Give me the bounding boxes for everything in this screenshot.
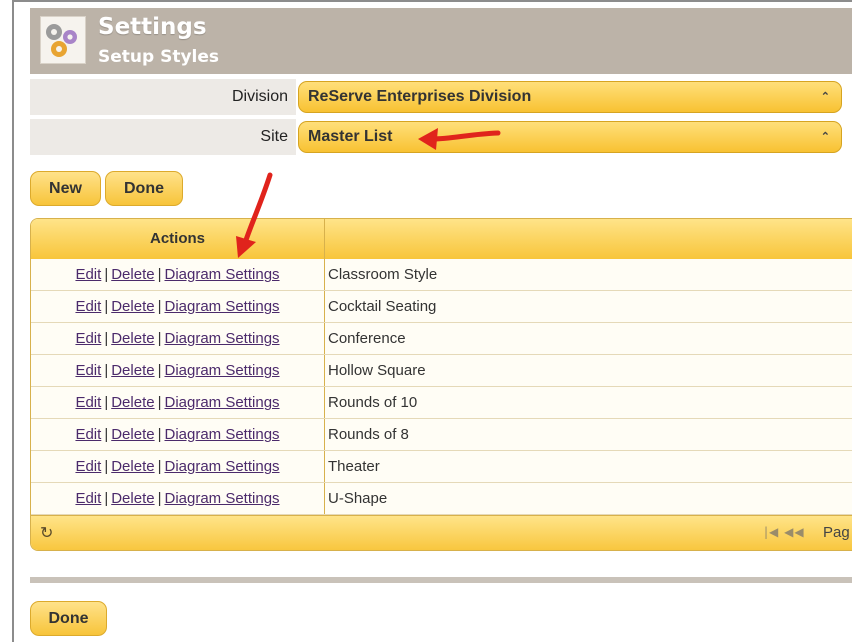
delete-link[interactable]: Delete [111, 266, 154, 283]
style-name: Cocktail Seating [328, 298, 437, 315]
grid-body: Edit | Delete | Diagram Settings Classroom St… [31, 259, 852, 515]
delete-link[interactable]: Delete [111, 330, 154, 347]
table-row: Edit | Delete | Diagram Settings Cocktail Sea… [31, 291, 852, 323]
new-button[interactable]: New [30, 171, 101, 206]
diagram-settings-link[interactable]: Diagram Settings [164, 330, 279, 347]
separator: | [104, 426, 109, 443]
site-label: Site [30, 119, 296, 155]
table-row: Edit | Delete | Diagram Settings Conference [31, 323, 852, 355]
delete-link[interactable]: Delete [111, 394, 154, 411]
style-name: U-Shape [328, 490, 388, 507]
row-actions: Edit | Delete | Diagram Settings [31, 483, 325, 514]
site-row: Site Master List ⌃ [30, 119, 852, 155]
done-button-top[interactable]: Done [105, 171, 183, 206]
separator: | [104, 394, 109, 411]
delete-link[interactable]: Delete [111, 490, 154, 507]
separator: | [104, 298, 109, 315]
pager-label: Pag [823, 524, 850, 541]
diagram-settings-link[interactable]: Diagram Settings [164, 298, 279, 315]
separator: | [157, 426, 162, 443]
row-actions: Edit | Delete | Diagram Settings [31, 291, 325, 322]
diagram-settings-link[interactable]: Diagram Settings [164, 394, 279, 411]
chevron-up-icon: ⌃ [820, 91, 830, 103]
style-name: Rounds of 10 [328, 394, 418, 411]
separator: | [157, 330, 162, 347]
separator: | [157, 362, 162, 379]
edit-link[interactable]: Edit [75, 394, 101, 411]
window-border-top [12, 0, 852, 2]
separator: | [104, 266, 109, 283]
table-row: Edit | Delete | Diagram Settings Rounds of 8 [31, 419, 852, 451]
grid-footer: ↻ |◀ ◀◀ Pag [31, 515, 852, 550]
division-select[interactable]: ReServe Enterprises Division ⌃ [298, 81, 842, 113]
refresh-icon[interactable]: ↻ [40, 523, 53, 542]
diagram-settings-link[interactable]: Diagram Settings [164, 426, 279, 443]
separator: | [157, 266, 162, 283]
section-divider [30, 577, 852, 583]
style-name: Rounds of 8 [328, 426, 409, 443]
edit-link[interactable]: Edit [75, 298, 101, 315]
table-row: Edit | Delete | Diagram Settings U-Shape [31, 483, 852, 515]
row-actions: Edit | Delete | Diagram Settings [31, 259, 325, 290]
table-row: Edit | Delete | Diagram Settings Theater [31, 451, 852, 483]
site-select[interactable]: Master List ⌃ [298, 121, 842, 153]
separator: | [104, 458, 109, 475]
style-name: Theater [328, 458, 380, 475]
delete-link[interactable]: Delete [111, 362, 154, 379]
delete-link[interactable]: Delete [111, 298, 154, 315]
separator: | [157, 490, 162, 507]
separator: | [104, 490, 109, 507]
division-label: Division [30, 79, 296, 115]
edit-link[interactable]: Edit [75, 458, 101, 475]
delete-link[interactable]: Delete [111, 458, 154, 475]
delete-link[interactable]: Delete [111, 426, 154, 443]
separator: | [157, 298, 162, 315]
grid-header: Actions [31, 219, 852, 260]
pager-first-prev-icon[interactable]: |◀ ◀◀ [764, 525, 805, 539]
separator: | [104, 330, 109, 347]
gears-icon [40, 16, 86, 64]
row-actions: Edit | Delete | Diagram Settings [31, 451, 325, 482]
page-title: Settings [98, 14, 207, 40]
diagram-settings-link[interactable]: Diagram Settings [164, 266, 279, 283]
division-value: ReServe Enterprises Division [308, 88, 532, 105]
row-actions: Edit | Delete | Diagram Settings [31, 355, 325, 386]
row-actions: Edit | Delete | Diagram Settings [31, 387, 325, 418]
edit-link[interactable]: Edit [75, 362, 101, 379]
site-value: Master List [308, 128, 393, 145]
window-border-left [12, 0, 14, 642]
table-row: Edit | Delete | Diagram Settings Classroom St… [31, 259, 852, 291]
actions-column-header[interactable]: Actions [31, 219, 325, 259]
style-name: Classroom Style [328, 266, 438, 283]
styles-grid: Actions Edit | Delete | Diagram Settings Clas… [30, 218, 852, 551]
page-subtitle: Setup Styles [98, 47, 220, 67]
table-row: Edit | Delete | Diagram Settings Hollow Squar… [31, 355, 852, 387]
diagram-settings-link[interactable]: Diagram Settings [164, 490, 279, 507]
row-actions: Edit | Delete | Diagram Settings [31, 419, 325, 450]
row-actions: Edit | Delete | Diagram Settings [31, 323, 325, 354]
edit-link[interactable]: Edit [75, 426, 101, 443]
edit-link[interactable]: Edit [75, 330, 101, 347]
chevron-up-icon: ⌃ [820, 131, 830, 143]
done-button-bottom[interactable]: Done [30, 601, 107, 636]
diagram-settings-link[interactable]: Diagram Settings [164, 458, 279, 475]
table-row: Edit | Delete | Diagram Settings Rounds of 10 [31, 387, 852, 419]
separator: | [157, 394, 162, 411]
diagram-settings-link[interactable]: Diagram Settings [164, 362, 279, 379]
separator: | [104, 362, 109, 379]
division-row: Division ReServe Enterprises Division ⌃ [30, 79, 852, 115]
page-header: Settings Setup Styles [30, 8, 852, 74]
separator: | [157, 458, 162, 475]
edit-link[interactable]: Edit [75, 490, 101, 507]
style-name: Conference [328, 330, 406, 347]
style-name: Hollow Square [328, 362, 426, 379]
edit-link[interactable]: Edit [75, 266, 101, 283]
